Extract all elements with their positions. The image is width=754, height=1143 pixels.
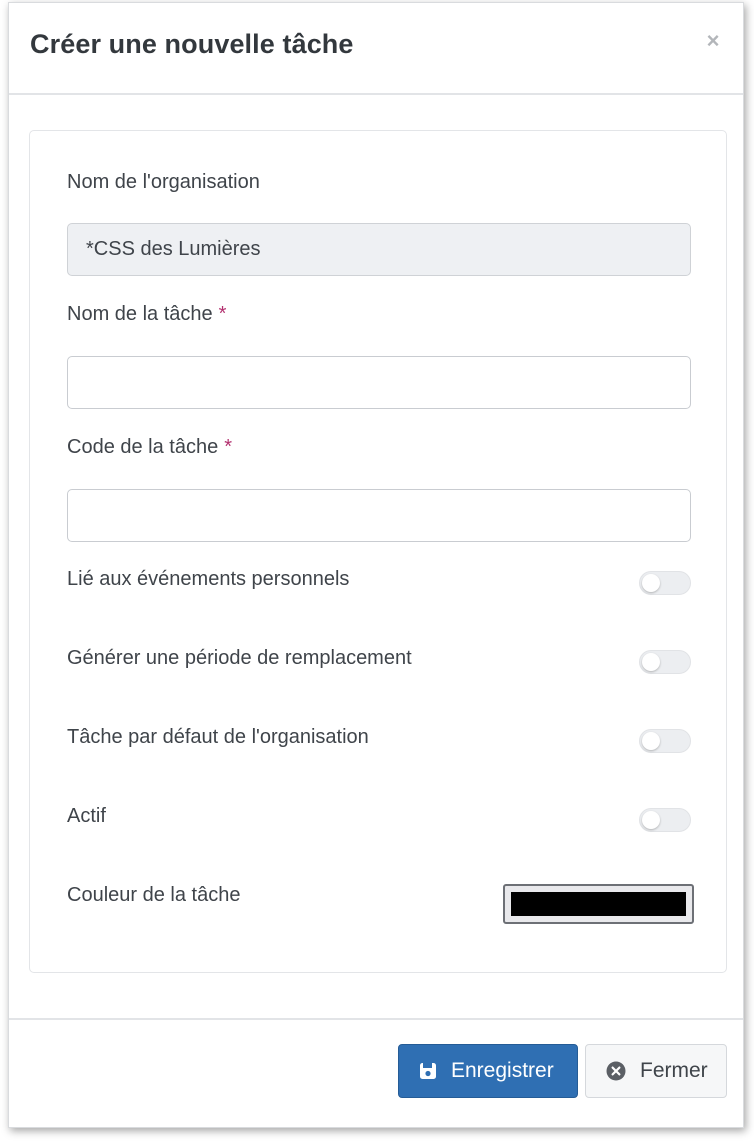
toggle-knob: [642, 732, 660, 750]
save-button[interactable]: Enregistrer: [398, 1044, 578, 1098]
task-code-label: Code de la tâche *: [67, 436, 232, 459]
task-code-input[interactable]: [67, 489, 691, 542]
color-swatch: [511, 892, 686, 916]
floppy-disk-icon: [419, 1062, 437, 1080]
replacement-period-toggle[interactable]: [639, 650, 691, 674]
task-name-label-text: Nom de la tâche: [67, 303, 213, 325]
toggle-knob: [642, 574, 660, 592]
active-toggle[interactable]: [639, 808, 691, 832]
personal-events-toggle[interactable]: [639, 571, 691, 595]
toggle-knob: [642, 811, 660, 829]
task-name-input[interactable]: [67, 356, 691, 409]
save-button-label: Enregistrer: [451, 1059, 554, 1082]
toggle-knob: [642, 653, 660, 671]
circle-x-icon: [606, 1061, 626, 1081]
close-button[interactable]: Fermer: [585, 1044, 727, 1098]
close-button-label: Fermer: [640, 1059, 708, 1082]
form-card: Nom de l'organisation Nom de la tâche* C…: [29, 130, 727, 973]
close-icon[interactable]: ×: [703, 30, 723, 52]
default-task-label: Tâche par défaut de l'organisation: [67, 726, 369, 748]
active-label: Actif: [67, 805, 106, 827]
task-color-label: Couleur de la tâche: [67, 884, 241, 906]
org-name-field[interactable]: [67, 223, 691, 276]
personal-events-label: Lié aux événements personnels: [67, 568, 350, 590]
org-name-label: Nom de l'organisation: [67, 171, 260, 193]
footer-divider: [9, 1018, 743, 1020]
dialog-title: Créer une nouvelle tâche: [30, 29, 354, 59]
task-name-label: Nom de la tâche *: [67, 303, 226, 326]
create-task-dialog: Créer une nouvelle tâche × Nom de l'orga…: [8, 2, 744, 1128]
task-code-label-text: Code de la tâche: [67, 436, 219, 458]
dialog-header: Créer une nouvelle tâche ×: [9, 3, 743, 95]
replacement-period-label: Générer une période de remplacement: [67, 647, 412, 669]
required-marker: *: [224, 436, 233, 458]
required-marker: *: [218, 303, 227, 325]
default-task-toggle[interactable]: [639, 729, 691, 753]
task-color-picker[interactable]: [503, 884, 694, 924]
